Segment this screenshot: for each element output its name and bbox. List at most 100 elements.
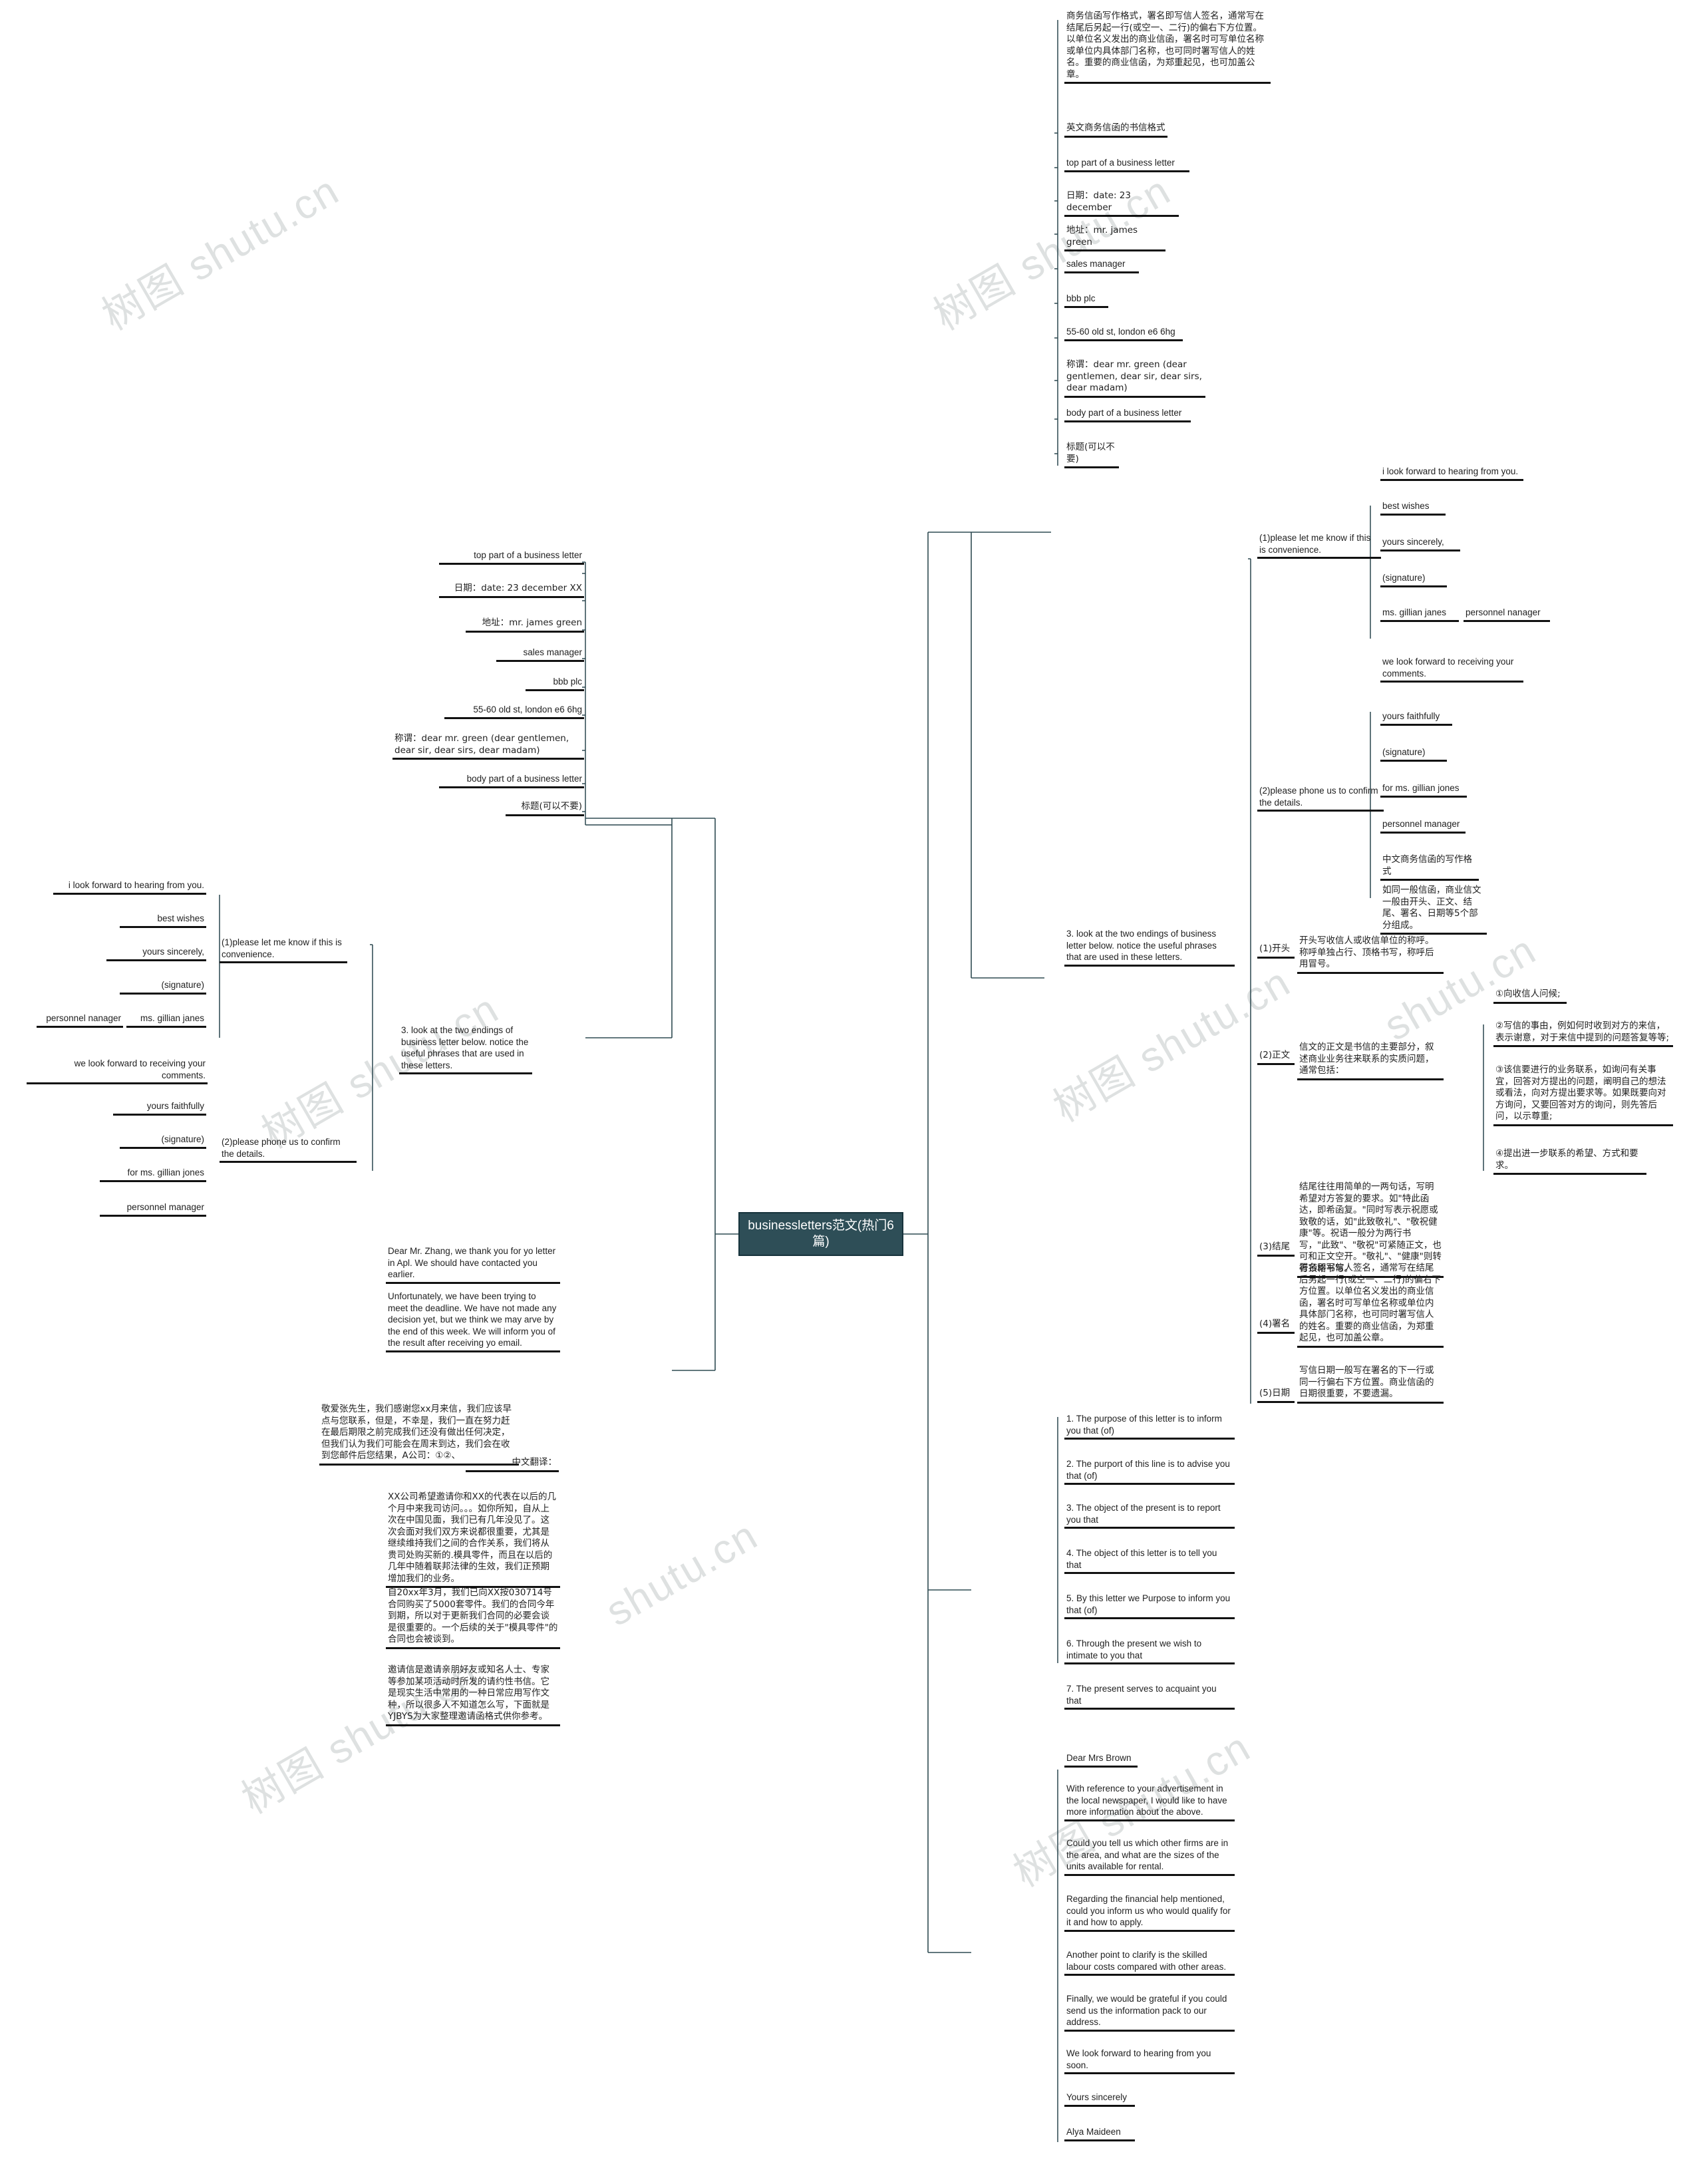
node-left-end-g1-3[interactable]: (signature) <box>120 979 206 995</box>
node-underline <box>1064 1438 1235 1440</box>
node-sample-1[interactable]: With reference to your advertisement in … <box>1064 1783 1235 1821</box>
node-purpose-2[interactable]: 3. The object of the present is to repor… <box>1064 1502 1235 1529</box>
node-label: We look forward to hearing from you soon… <box>1066 2048 1214 2070</box>
node-purpose-0[interactable]: 1. The purpose of this letter is to info… <box>1064 1413 1235 1440</box>
node-endings-g2-3[interactable]: for ms. gillian jones <box>1380 782 1467 798</box>
node-sample-4[interactable]: Another point to clarify is the skilled … <box>1064 1949 1235 1976</box>
node-left-top-3[interactable]: sales manager <box>496 647 584 662</box>
node-cnfmt-1-text[interactable]: 信文的正文是书信的主要部分，叙述商业业务往来联系的实质问题，通常包括： <box>1297 1042 1444 1080</box>
node-top-right-5[interactable]: bbb plc <box>1064 293 1108 308</box>
node-cnfmt-3-text[interactable]: 署名即写信人签名，通常写在结尾后另起一行(或空一、二行)的偏右下方位置。以单位名… <box>1297 1263 1444 1348</box>
node-top-right-6[interactable]: 55-60 old st, london e6 6hg <box>1064 326 1183 341</box>
node-left-end-g2-3[interactable]: for ms. gillian jones <box>100 1167 206 1182</box>
node-endings-g1-4[interactable]: ms. gillian janes <box>1380 607 1459 622</box>
node-left-end-g1-5[interactable]: personnel nanager <box>37 1013 123 1028</box>
node-label: (4)署名 <box>1259 1319 1291 1329</box>
node-left-end-g1-0[interactable]: i look forward to hearing from you. <box>53 879 206 895</box>
node-left-top-8[interactable]: 标题(可以不要) <box>506 801 584 816</box>
node-label: Could you tell us which other firms are … <box>1066 1838 1231 1872</box>
node-cnfmt-1-child-1[interactable]: ②写信的事由，例如何时收到对方的来信，表示谢意，对于来信中提到的问题答复等等; <box>1493 1020 1673 1048</box>
node-endings-group2-label[interactable]: (2)please phone us to confirm the detail… <box>1257 785 1384 812</box>
node-top-right-1[interactable]: top part of a business letter <box>1064 157 1189 172</box>
node-label: personnel nanager <box>46 1013 121 1023</box>
node-purpose-1[interactable]: 2. The purport of this line is to advise… <box>1064 1458 1235 1485</box>
node-left-endings-heading[interactable]: 3. look at the two endings of business l… <box>399 1024 532 1075</box>
node-sample-7[interactable]: Yours sincerely <box>1064 2092 1135 2107</box>
node-cnfmt-1-label[interactable]: (2)正文 <box>1257 1050 1295 1065</box>
node-cnfmt-1-child-3[interactable]: ④提出进一步联系的希望、方式和要求。 <box>1493 1148 1646 1175</box>
node-purpose-6[interactable]: 7. The present serves to acquaint you th… <box>1064 1683 1235 1710</box>
node-cnfmt-2-label[interactable]: (3)结尾 <box>1257 1241 1295 1257</box>
node-endings-g1-5[interactable]: personnel nanager <box>1464 607 1550 622</box>
node-left-top-0[interactable]: top part of a business letter <box>439 549 584 565</box>
node-cnfmt-1-child-2[interactable]: ③该信要进行的业务联系，如询问有关事宜，回答对方提出的问题，阐明自己的想法或看法… <box>1493 1064 1673 1126</box>
node-left-end-g1-1[interactable]: best wishes <box>120 913 206 928</box>
node-top-right-7[interactable]: 称谓：dear mr. green (dear gentlemen, dear … <box>1064 359 1205 398</box>
node-cnfmt-0-label[interactable]: (1)开头 <box>1257 943 1295 959</box>
central-topic[interactable]: businessletters范文(热门6篇) <box>738 1212 903 1256</box>
node-endings-group1-label[interactable]: (1)please let me know if this is conveni… <box>1257 532 1381 559</box>
node-label: Another point to clarify is the skilled … <box>1066 1950 1227 1972</box>
node-left-bottom-3[interactable]: 中文翻译： <box>466 1457 559 1472</box>
node-purpose-4[interactable]: 5. By this letter we Purpose to inform y… <box>1064 1593 1235 1620</box>
node-endings-g2-0[interactable]: we look forward to receiving your commen… <box>1380 656 1523 683</box>
node-left-top-1[interactable]: 日期：date: 23 december XX <box>439 583 584 598</box>
node-endings-g2-5[interactable]: 中文商务信函的写作格式 <box>1380 854 1479 881</box>
node-purpose-3[interactable]: 4. The object of this letter is to tell … <box>1064 1547 1235 1575</box>
node-endings-g1-2[interactable]: yours sincerely, <box>1380 536 1460 551</box>
node-sample-3[interactable]: Regarding the financial help mentioned, … <box>1064 1893 1235 1932</box>
node-sample-2[interactable]: Could you tell us which other firms are … <box>1064 1837 1235 1876</box>
node-underline <box>120 1146 206 1149</box>
node-cnfmt-3-label[interactable]: (4)署名 <box>1257 1319 1295 1334</box>
node-label: 如同一般信函，商业信文一般由开头、正文、结尾、署名、日期等5个部分组成。 <box>1382 885 1481 931</box>
node-endings-g1-3[interactable]: (signature) <box>1380 572 1447 587</box>
node-left-end-g2-1[interactable]: yours faithfully <box>113 1100 206 1116</box>
node-top-right-0[interactable]: 英文商务信函的书信格式 <box>1064 122 1167 138</box>
node-left-top-4[interactable]: bbb plc <box>526 676 584 691</box>
node-left-end-g2-0[interactable]: we look forward to receiving your commen… <box>27 1058 208 1085</box>
node-sample-8[interactable]: Alya Maideen <box>1064 2126 1135 2141</box>
node-left-top-5[interactable]: 55-60 old st, london e6 6hg <box>444 704 584 719</box>
node-label: Unfortunately, we have been trying to me… <box>388 1291 559 1348</box>
node-left-bottom-2[interactable]: 敬爱张先生，我们感谢您xx月来信，我们应该早点与您联系，但是，不幸是，我们一直在… <box>319 1404 519 1466</box>
node-cnfmt-4-text[interactable]: 写信日期一般写在署名的下一行或同一行偏右下方位置。商业信函的日期很重要，不要遗漏… <box>1297 1365 1444 1404</box>
node-left-top-6[interactable]: 称谓：dear mr. green (dear gentlemen, dear … <box>392 733 584 760</box>
node-cnfmt-0-text[interactable]: 开头写收信人或收信单位的称呼。称呼单独占行、顶格书写，称呼后用冒号。 <box>1297 935 1444 974</box>
node-underline <box>1064 271 1139 273</box>
node-left-top-7[interactable]: body part of a business letter <box>439 773 584 788</box>
node-endings-g2-6[interactable]: 如同一般信函，商业信文一般由开头、正文、结尾、署名、日期等5个部分组成。 <box>1380 885 1487 935</box>
node-left-bottom-1[interactable]: Unfortunately, we have been trying to me… <box>386 1291 560 1352</box>
node-label: 自20xx年3月，我们已向XX按030714号合同购买了5000套零件。我们的合… <box>388 1587 558 1645</box>
node-label: 3. look at the two endings of business l… <box>401 1025 532 1070</box>
node-endings-g2-1[interactable]: yours faithfully <box>1380 710 1452 726</box>
node-left-bottom-5[interactable]: 自20xx年3月，我们已向XX按030714号合同购买了5000套零件。我们的合… <box>386 1587 560 1649</box>
node-endings-g2-2[interactable]: (signature) <box>1380 746 1447 762</box>
node-left-bottom-0[interactable]: Dear Mr. Zhang, we thank you for yo lett… <box>386 1245 560 1284</box>
node-left-bottom-6[interactable]: 邀请信是邀请亲朋好友或知名人士、专家等参加某项活动时所发的请约性书信。它是现实生… <box>386 1664 560 1726</box>
node-sample-5[interactable]: Finally, we would be grateful if you cou… <box>1064 1993 1235 2032</box>
node-left-bottom-4[interactable]: XX公司希望邀请你和XX的代表在以后的几个月中来我司访问。。。如你所知，自从上次… <box>386 1491 560 1589</box>
node-intro-paragraph[interactable]: 商务信函写作格式，署名即写信人签名，通常写在结尾后另起一行(或空一、二行)的偏右… <box>1064 11 1271 84</box>
node-sample-0[interactable]: Dear Mrs Brown <box>1064 1752 1138 1768</box>
node-left-endings-group1-label[interactable]: (1)please let me know if this is conveni… <box>220 937 347 964</box>
node-underline <box>1064 1483 1235 1485</box>
node-endings-heading[interactable]: 3. look at the two endings of business l… <box>1064 928 1235 967</box>
node-left-end-g2-2[interactable]: (signature) <box>120 1134 206 1149</box>
node-endings-g1-1[interactable]: best wishes <box>1380 500 1446 516</box>
node-top-right-4[interactable]: sales manager <box>1064 258 1139 273</box>
node-left-top-2[interactable]: 地址：mr. james green <box>466 617 584 633</box>
node-purpose-5[interactable]: 6. Through the present we wish to intima… <box>1064 1638 1235 1665</box>
node-cnfmt-4-label[interactable]: (5)日期 <box>1257 1388 1295 1403</box>
node-endings-g2-4[interactable]: personnel manager <box>1380 818 1466 834</box>
node-top-right-9[interactable]: 标题(可以不要) <box>1064 442 1119 469</box>
node-top-right-3[interactable]: 地址：mr. james green <box>1064 225 1165 252</box>
node-sample-6[interactable]: We look forward to hearing from you soon… <box>1064 2048 1235 2075</box>
node-endings-g1-0[interactable]: i look forward to hearing from you. <box>1380 466 1523 481</box>
node-top-right-2[interactable]: 日期：date: 23 december <box>1064 190 1179 218</box>
node-left-end-g1-2[interactable]: yours sincerely, <box>106 946 206 961</box>
node-left-endings-group2-label[interactable]: (2)please phone us to confirm the detail… <box>220 1136 357 1164</box>
node-cnfmt-1-child-0[interactable]: ①向收信人问候; <box>1493 989 1567 1004</box>
node-left-end-g2-4[interactable]: personnel manager <box>100 1201 206 1217</box>
node-left-end-g1-4[interactable]: ms. gillian janes <box>126 1013 206 1028</box>
node-top-right-8[interactable]: body part of a business letter <box>1064 407 1191 422</box>
